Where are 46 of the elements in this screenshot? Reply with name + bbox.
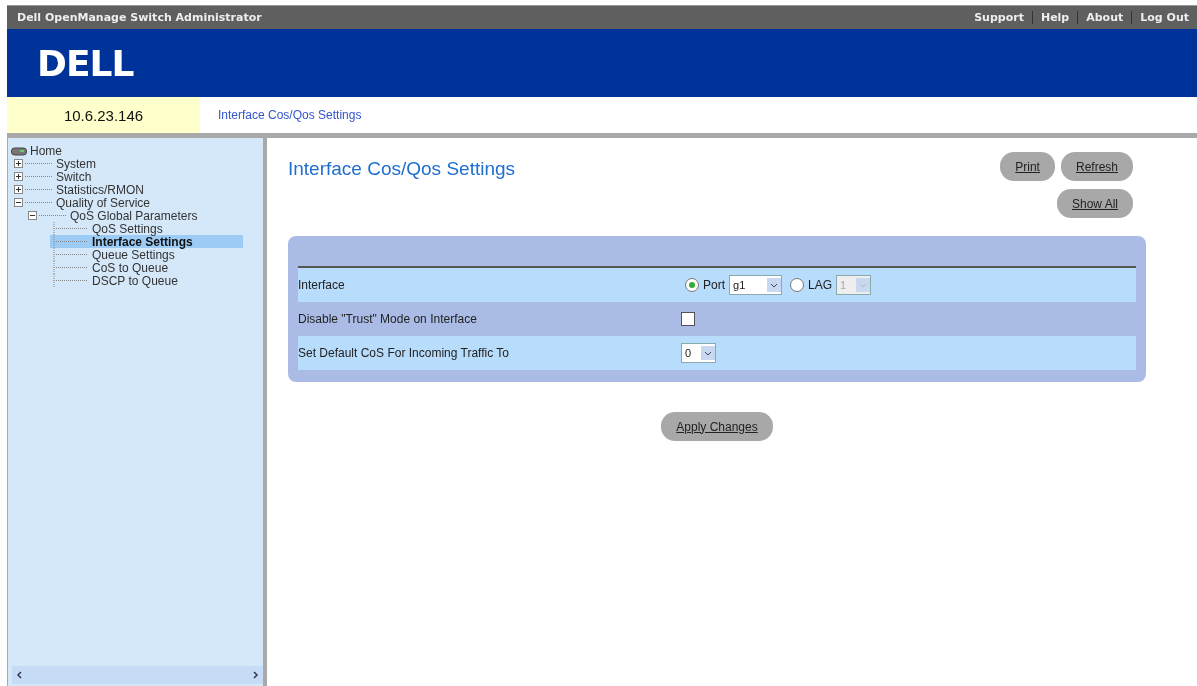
header-link[interactable]: About (1077, 11, 1132, 24)
collapse-icon[interactable] (14, 198, 23, 207)
header-link[interactable]: Help (1031, 11, 1078, 24)
header-button[interactable]: Refresh (1060, 152, 1133, 181)
scroll-left-icon[interactable] (16, 671, 22, 679)
scroll-right-icon[interactable] (253, 671, 259, 679)
apply-button[interactable]: Apply Changes (661, 412, 773, 441)
tree-item[interactable]: Switch (54, 169, 94, 184)
expand-icon[interactable] (14, 172, 23, 181)
header-button[interactable]: Show All (1056, 189, 1133, 218)
expand-icon[interactable] (14, 185, 23, 194)
breadcrumb: Interface Cos/Qos Settings (217, 107, 363, 124)
tree-item[interactable]: Queue Settings (90, 247, 177, 262)
dropdown[interactable]: 0 (681, 343, 716, 363)
tree-item[interactable]: Statistics/RMON (54, 182, 146, 197)
tree-line (50, 222, 90, 235)
field-label: Disable "Trust" Mode on Interface (298, 312, 478, 326)
field-label: Set Default CoS For Incoming Traffic To (298, 346, 510, 360)
scrollbar[interactable] (12, 666, 263, 684)
header-link[interactable]: Support (966, 11, 1032, 24)
window-title: Dell OpenManage Switch Administrator (17, 11, 262, 24)
device-icon (11, 145, 27, 156)
field-label: Interface (298, 278, 346, 292)
checkbox[interactable] (681, 312, 695, 326)
tree-line (50, 248, 90, 261)
tree-item[interactable]: Quality of Service (54, 195, 153, 210)
page-title: Interface Cos/Qos Settings (288, 158, 516, 180)
radio-button[interactable] (685, 278, 699, 292)
caret-icon (770, 282, 778, 288)
tree-item[interactable]: Home (28, 143, 64, 158)
ip-address: 10.6.23.146 (7, 97, 200, 133)
collapse-icon[interactable] (28, 211, 37, 220)
header-button[interactable]: Print (1000, 152, 1055, 181)
expand-icon[interactable] (14, 159, 23, 168)
tree-item[interactable]: QoS Settings (90, 221, 165, 236)
dropdown[interactable]: g1 (729, 275, 782, 295)
radio-label: LAG (808, 278, 833, 292)
caret-icon (859, 282, 868, 288)
header-link[interactable]: Log Out (1131, 11, 1197, 24)
logo: DELL (37, 42, 134, 84)
tree-line (50, 274, 90, 287)
tree-line (50, 261, 90, 274)
caret-icon (704, 350, 712, 356)
tree-line (50, 235, 90, 248)
tree-item[interactable]: System (54, 156, 98, 171)
radio-label: Port (703, 278, 725, 292)
